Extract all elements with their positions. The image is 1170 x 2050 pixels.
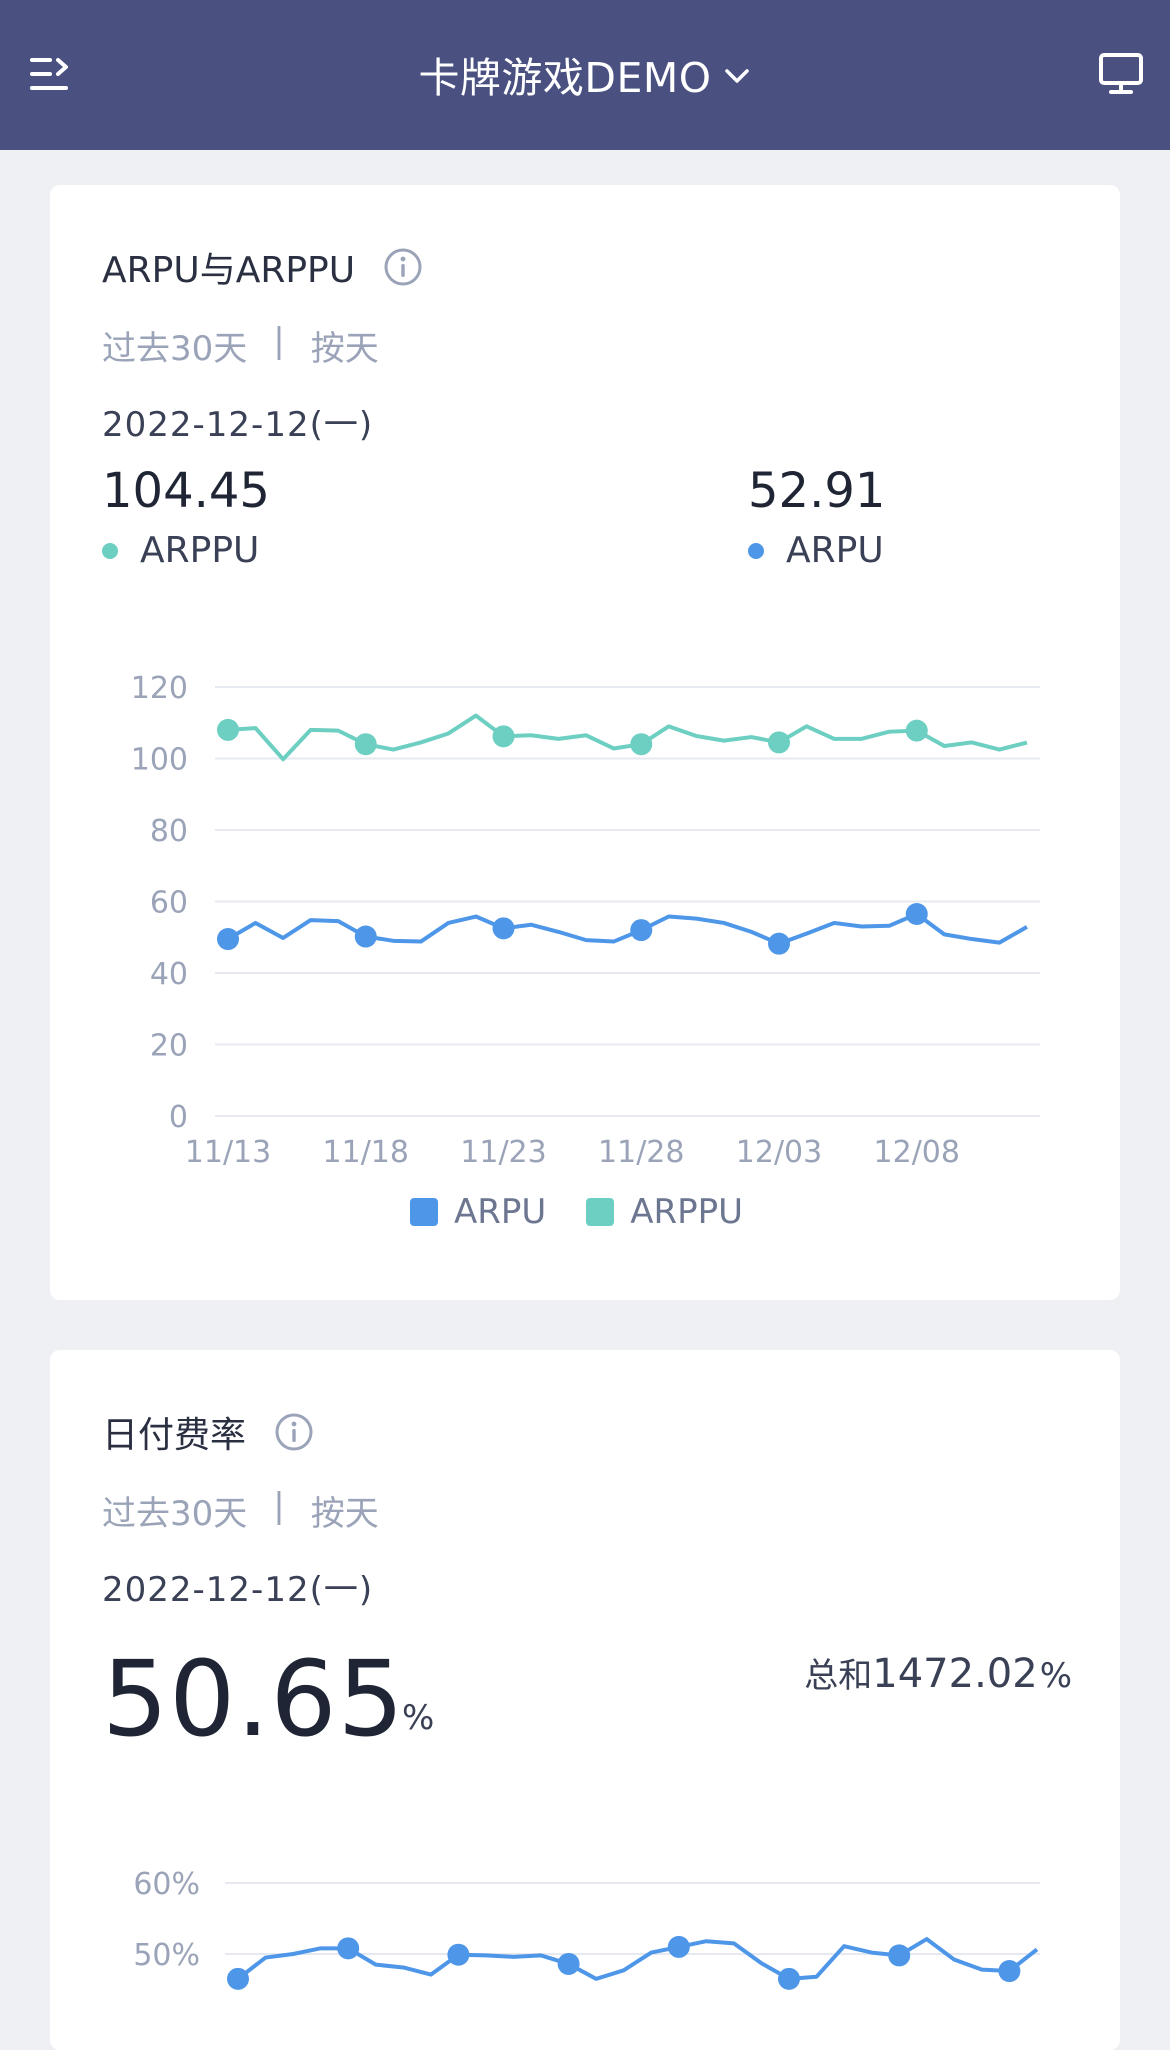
chart-legend: ARPU ARPPU [410,1192,743,1232]
y-tick-label: 20 [150,1029,188,1064]
app-title: 卡牌游戏DEMO [418,54,712,102]
data-point-arpu [217,928,239,951]
legend-item-arppu[interactable]: ARPPU [586,1192,743,1232]
data-point-arppu [217,718,239,741]
y-tick-label: 60% [133,1867,200,1902]
legend-label-arppu: ARPPU [630,1192,744,1232]
legend-swatch-arppu [586,1198,615,1226]
y-tick-label: 60 [150,886,188,921]
data-point-pay-rate [447,1943,470,1966]
data-point-arppu [630,733,653,756]
legend-item-arpu[interactable]: ARPU [410,1192,546,1232]
top-bar: 卡牌游戏DEMO [0,0,1170,150]
y-tick-label: 120 [131,671,188,706]
x-tick-label: 12/08 [874,1135,960,1170]
arpu-card: ARPU与ARPPU 过去30天 | 按天 2022-12-12(一) 104.… [50,185,1120,1300]
app-switcher[interactable]: 卡牌游戏DEMO [0,44,1170,104]
data-point-arpu [905,903,928,926]
data-point-pay-rate [667,1935,690,1958]
data-point-pay-rate [557,1952,580,1975]
data-point-arppu [768,731,790,754]
data-point-arpu [354,925,377,948]
y-tick-label: 0 [169,1100,188,1135]
x-tick-label: 11/28 [598,1135,684,1170]
data-point-arpu [768,932,790,955]
data-point-arppu [354,733,377,756]
legend-swatch-arpu [410,1198,438,1226]
data-point-pay-rate [227,1967,249,1990]
data-point-pay-rate [337,1937,360,1960]
y-tick-label: 50% [133,1938,200,1973]
data-point-pay-rate [998,1960,1021,1983]
y-tick-label: 100 [131,743,188,778]
chevron-down-icon [724,69,749,83]
x-tick-label: 11/23 [460,1135,546,1170]
data-point-pay-rate [778,1967,800,1990]
series-line-arppu [227,713,1028,762]
y-tick-label: 40 [150,957,188,992]
legend-label-arpu: ARPU [454,1192,547,1232]
monitor-icon[interactable] [1098,52,1144,96]
data-point-arpu [492,917,515,940]
data-point-pay-rate [888,1944,911,1967]
x-tick-label: 11/13 [185,1135,271,1170]
data-point-arpu [630,919,653,942]
data-point-arppu [492,725,515,748]
y-tick-label: 80 [150,814,188,849]
x-tick-label: 12/03 [736,1135,822,1170]
x-tick-label: 11/18 [323,1135,409,1170]
data-point-arppu [905,719,928,742]
arpu-line-chart[interactable]: 0 20 40 60 80 100 120 11/13 11/18 11/23 11/28 12/03… [50,185,1120,1185]
pay-rate-line-chart[interactable]: 60% 50% [50,1350,1120,2050]
pay-rate-card: 日付费率 过去30天 | 按天 2022-12-12(一) 50.65 % 总和… [50,1350,1120,2050]
